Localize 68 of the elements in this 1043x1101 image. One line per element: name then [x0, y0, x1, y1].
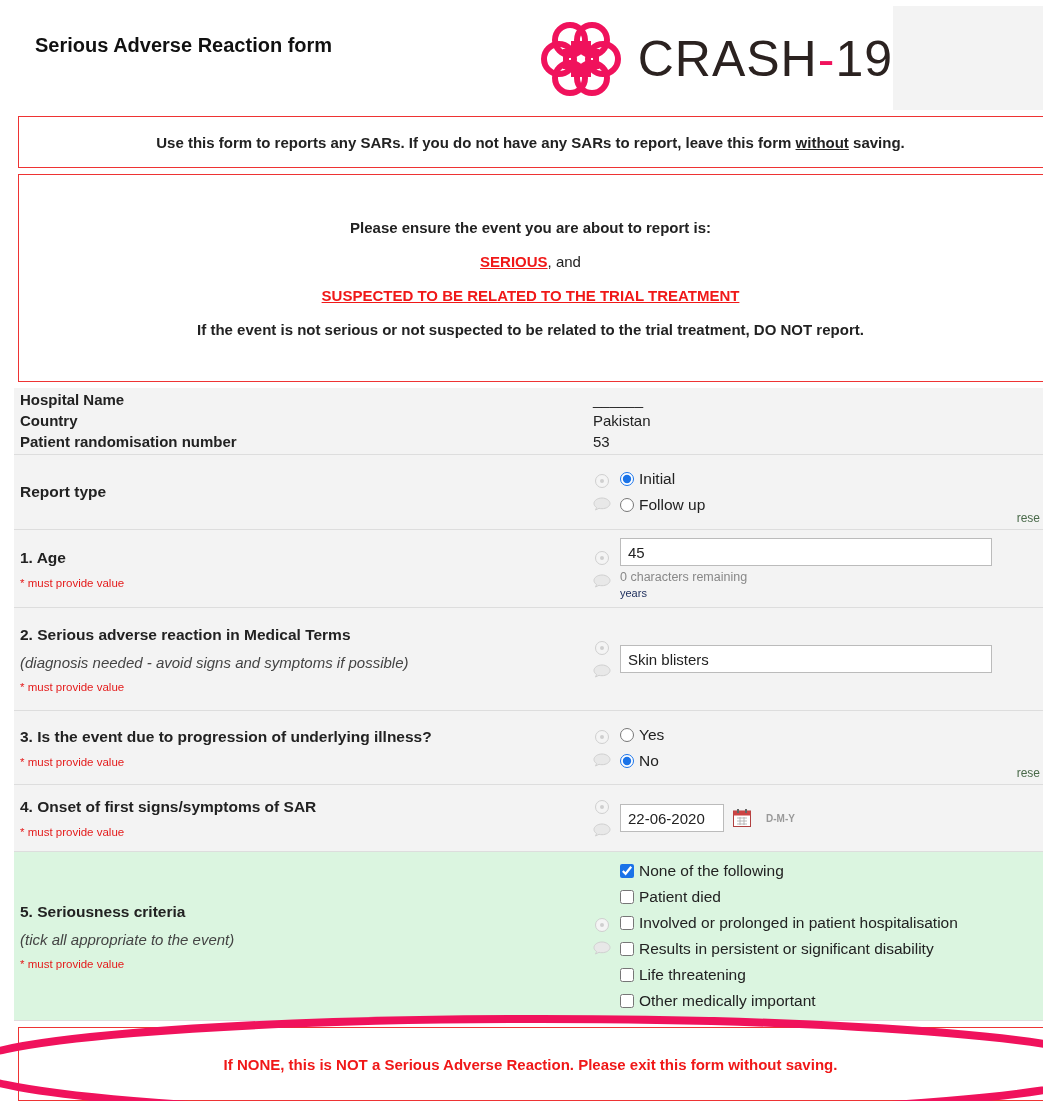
warning-text: If the event is not serious or not suspected to be related to the trial treatment, DO NOT report. — [197, 320, 864, 338]
question-label: 4. Onset of first signs/symptoms of SAR — [20, 798, 318, 816]
unit-label: years — [620, 587, 648, 599]
checkbox[interactable] — [620, 942, 634, 956]
required-note: * must provide value — [20, 755, 126, 768]
character-counter: 0 characters remaining — [620, 570, 749, 584]
logo-text: CRASH-19 — [637, 30, 893, 88]
reset-link[interactable]: rese — [1016, 511, 1040, 525]
calendar-icon[interactable] — [732, 808, 752, 828]
checkbox[interactable] — [620, 916, 634, 930]
comment-icon[interactable] — [593, 752, 611, 767]
option-label: Initial — [639, 470, 676, 488]
warning-text: SERIOUS, and — [480, 252, 581, 270]
question-label: 1. Age — [20, 548, 67, 567]
option-label: Life threatening — [639, 966, 746, 984]
comment-icon[interactable] — [593, 941, 611, 955]
field-value: ______ — [593, 391, 645, 408]
reset-link[interactable]: rese — [1016, 766, 1040, 780]
comment-icon[interactable] — [593, 664, 611, 678]
field-value: Pakistan — [593, 412, 652, 429]
option-label: Follow up — [639, 496, 706, 514]
required-note: * must provide value — [20, 957, 126, 970]
warning-text: SUSPECTED TO BE RELATED TO THE TRIAL TREATMENT — [321, 286, 740, 304]
field-label: Patient randomisation number — [20, 433, 238, 450]
warning-text: Please ensure the event you are about to report is: — [350, 218, 711, 236]
text-field[interactable]: Skin blisters — [620, 645, 992, 673]
date-field[interactable]: 22-06-2020 — [620, 804, 724, 832]
text-field[interactable]: 45 — [620, 538, 992, 566]
question-hint: (diagnosis needed - avoid signs and symptoms if possible) — [20, 653, 410, 671]
checkbox[interactable] — [620, 968, 634, 982]
circle-icon[interactable] — [594, 728, 610, 745]
option-label: Patient died — [639, 888, 721, 906]
circle-icon[interactable] — [594, 473, 610, 489]
exit-warning-text: If NONE, this is NOT a Serious Adverse Reaction. Please exit this form without saving. — [223, 1055, 838, 1073]
checkbox[interactable] — [620, 864, 634, 878]
notice-text: Use this form to reports any SARs. If you do not have any SARs to report, leave this form without saving. — [156, 133, 905, 151]
circle-icon[interactable] — [594, 917, 610, 933]
required-note: * must provide value — [20, 576, 126, 589]
radio-button[interactable] — [620, 472, 634, 486]
required-note: * must provide value — [20, 680, 126, 693]
radio-button[interactable] — [620, 753, 634, 768]
checkbox[interactable] — [620, 994, 634, 1008]
radio-button[interactable] — [620, 498, 634, 512]
question-label: 5. Seriousness criteria — [20, 902, 187, 921]
field-label: Country — [20, 412, 79, 429]
question-label: 2. Serious adverse reaction in Medical Terms — [20, 625, 352, 644]
option-label: Other medically important — [639, 992, 816, 1010]
question-label: 3. Is the event due to progression of underlying illness? — [20, 727, 433, 746]
option-label: Results in persistent or significant disability — [639, 940, 934, 958]
date-format-hint: D-M-Y — [766, 812, 795, 824]
circle-icon[interactable] — [594, 549, 610, 566]
form-title: Serious Adverse Reaction form — [35, 34, 334, 57]
field-label: Hospital Name — [20, 391, 126, 408]
comment-icon[interactable] — [593, 497, 611, 511]
option-label: No — [639, 751, 659, 770]
circle-icon[interactable] — [594, 640, 610, 656]
checkbox[interactable] — [620, 890, 634, 904]
required-note: * must provide value — [20, 826, 126, 838]
field-value: 53 — [593, 433, 611, 450]
option-label: Involved or prolonged in patient hospitalisation — [639, 914, 958, 932]
radio-button[interactable] — [620, 727, 634, 742]
comment-icon[interactable] — [593, 823, 611, 837]
question-hint: (tick all appropriate to the event) — [20, 930, 236, 948]
comment-icon[interactable] — [593, 573, 611, 588]
circle-icon[interactable] — [594, 799, 610, 815]
question-label: Report type — [20, 483, 108, 501]
option-label: None of the following — [639, 862, 784, 880]
option-label: Yes — [639, 725, 665, 744]
